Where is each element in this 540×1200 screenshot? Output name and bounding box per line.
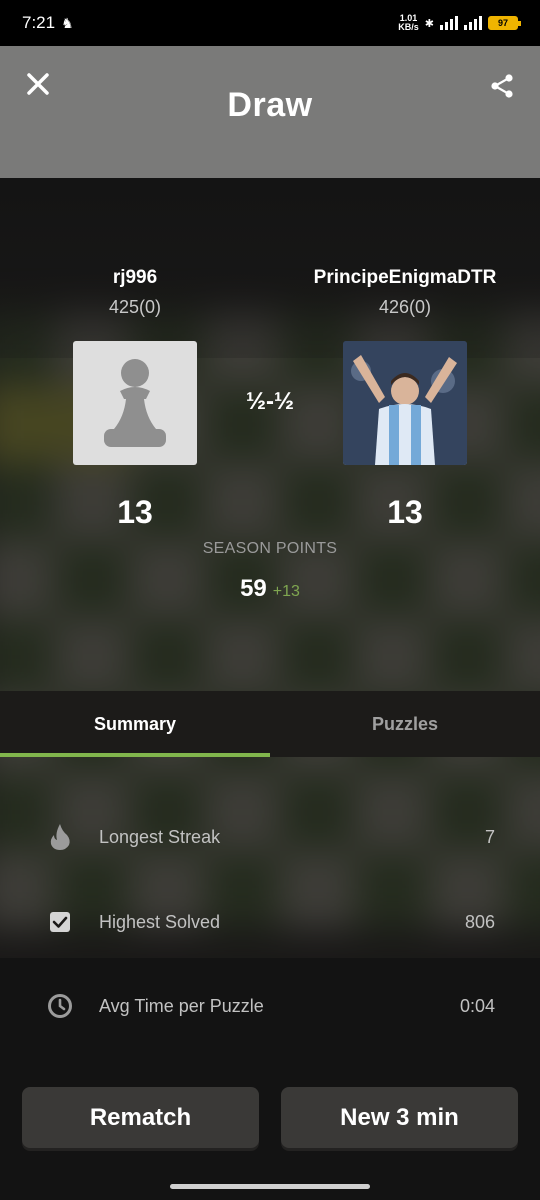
stat-value: 0:04 bbox=[459, 995, 495, 1016]
bluetooth-icon: ✱ bbox=[424, 17, 434, 30]
tab-puzzles[interactable]: Puzzles bbox=[270, 691, 540, 757]
stat-highest-solved: Highest Solved 806 bbox=[0, 902, 540, 942]
status-bar: 7:21 ♞ 1.01 KB/s ✱ 97 bbox=[0, 0, 540, 46]
page-title: Draw bbox=[227, 86, 313, 124]
season-points-delta: +13 bbox=[272, 583, 300, 600]
network-speed: 1.01 KB/s bbox=[398, 13, 419, 32]
player-1-name: rj996 bbox=[112, 267, 158, 288]
stat-value: 7 bbox=[484, 826, 495, 847]
season-points: 59 +13 bbox=[0, 575, 540, 603]
player-2-name: PrincipeEnigmaDTR bbox=[313, 267, 497, 288]
player-1-points: 13 bbox=[117, 494, 153, 530]
blurred-board-background bbox=[0, 178, 540, 1200]
stat-label: Avg Time per Puzzle bbox=[99, 995, 264, 1016]
stat-longest-streak: Longest Streak 7 bbox=[0, 817, 540, 857]
player-1-rating: 425(0) bbox=[108, 297, 162, 317]
clock-icon bbox=[46, 992, 74, 1020]
stat-label: Highest Solved bbox=[99, 911, 221, 932]
stat-label: Longest Streak bbox=[99, 826, 221, 847]
player-1-avatar[interactable] bbox=[73, 341, 197, 465]
signal-icon-2 bbox=[464, 16, 482, 30]
stat-value: 806 bbox=[464, 911, 495, 932]
season-points-value: 59 bbox=[240, 575, 267, 602]
player-1-info: rj996 425(0) bbox=[0, 267, 270, 318]
checkbox-icon bbox=[46, 908, 74, 936]
signal-icon bbox=[440, 16, 458, 30]
status-time: 7:21 bbox=[22, 13, 56, 32]
player-photo bbox=[343, 341, 467, 465]
tab-bar: Summary Puzzles bbox=[0, 691, 540, 757]
player-2-info: PrincipeEnigmaDTR 426(0) bbox=[270, 267, 540, 318]
home-indicator[interactable] bbox=[170, 1184, 370, 1189]
flame-icon bbox=[46, 823, 74, 851]
result-header: Draw bbox=[0, 46, 540, 178]
share-icon[interactable] bbox=[488, 72, 516, 100]
rematch-button[interactable]: Rematch bbox=[22, 1087, 259, 1148]
game-result: ½-½ bbox=[245, 388, 295, 415]
player-2-avatar[interactable] bbox=[343, 341, 467, 465]
new-game-button[interactable]: New 3 min bbox=[281, 1087, 518, 1148]
activity-icon: ♞ bbox=[61, 14, 74, 31]
player-2-points: 13 bbox=[387, 494, 423, 530]
season-points-label: SEASON POINTS bbox=[202, 540, 338, 557]
pawn-icon bbox=[104, 359, 166, 447]
battery-icon: 97 bbox=[488, 16, 521, 30]
stat-avg-time: Avg Time per Puzzle 0:04 bbox=[0, 986, 540, 1026]
player-2-rating: 426(0) bbox=[378, 297, 432, 317]
tab-summary[interactable]: Summary bbox=[0, 691, 270, 757]
